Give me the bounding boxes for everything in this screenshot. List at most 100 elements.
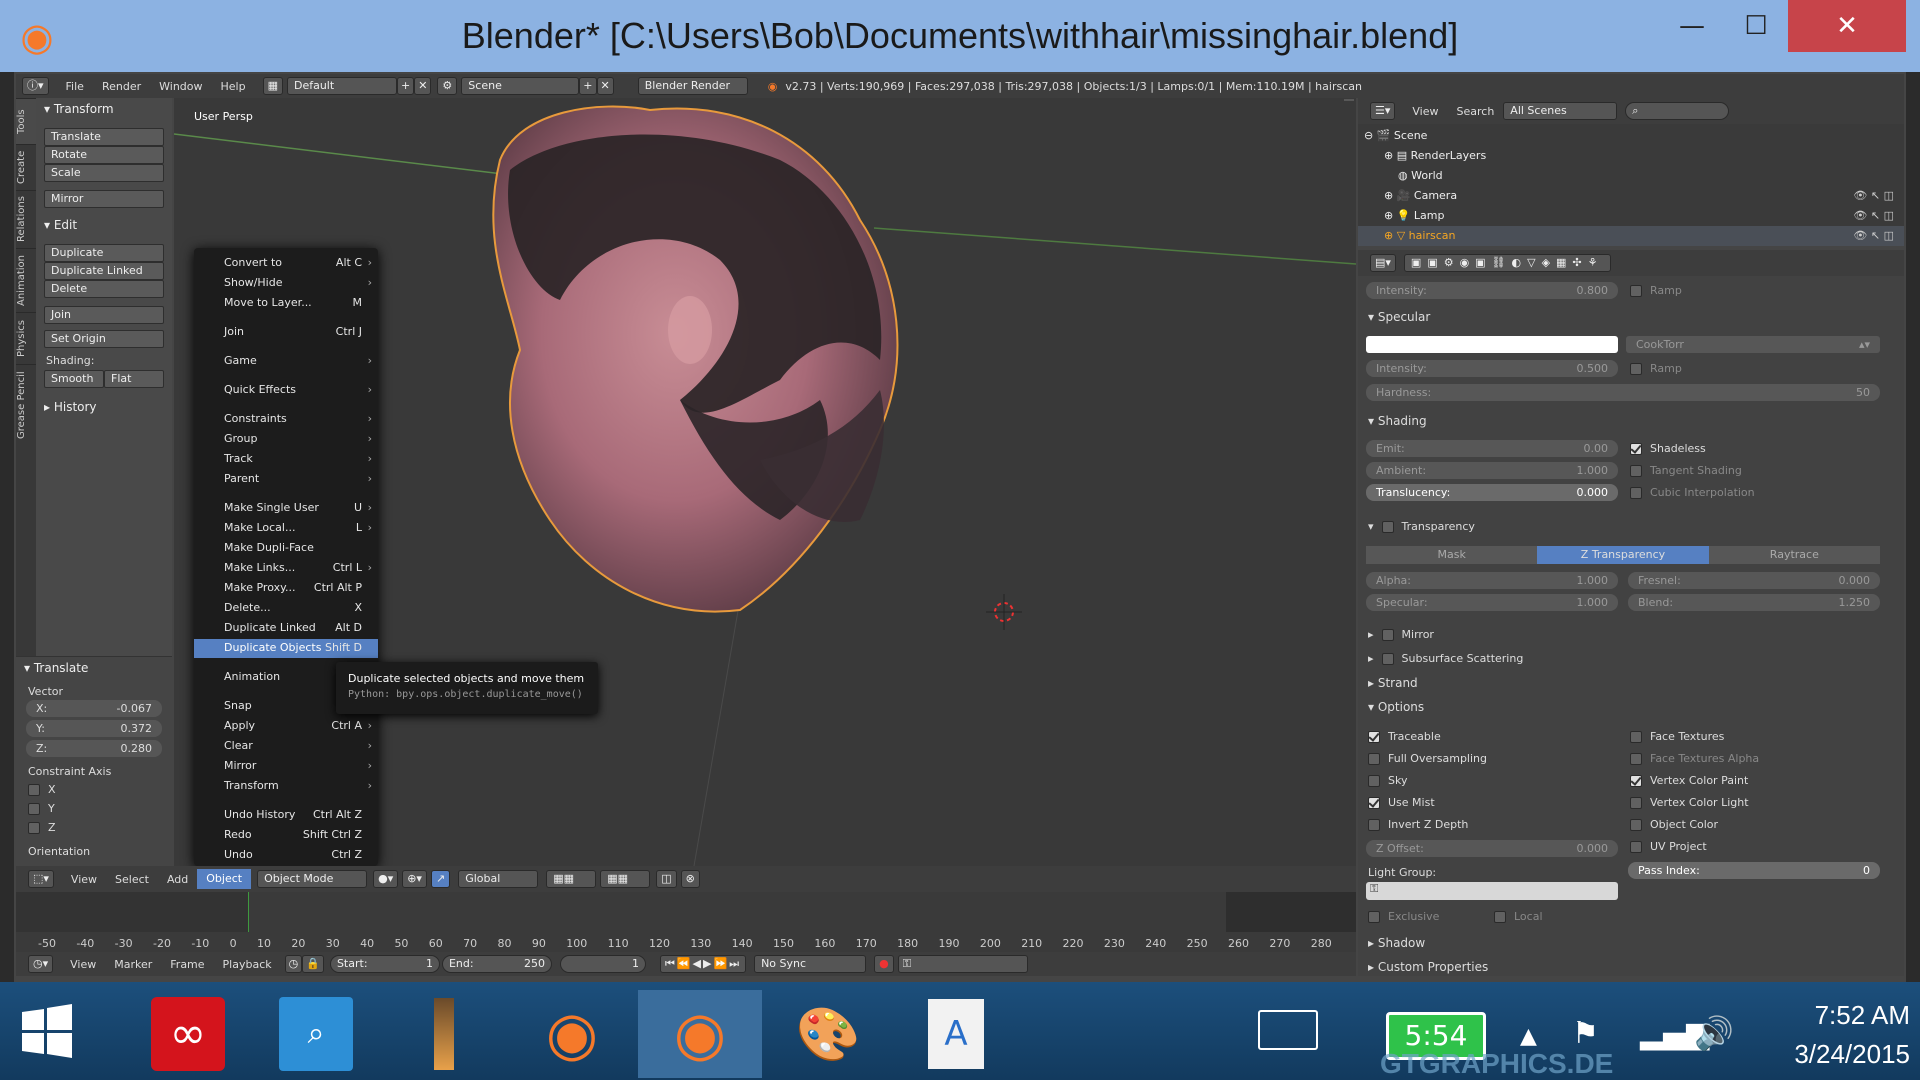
menu-item-undo-history[interactable]: Undo History Ctrl Alt Z — [224, 806, 372, 824]
tl-menu-marker[interactable]: Marker — [105, 958, 161, 971]
snap-icon[interactable]: ⊗ — [680, 870, 700, 888]
layout-grid-icon[interactable]: ▦ — [262, 77, 283, 95]
menu-view[interactable]: View — [62, 873, 106, 886]
options-section-header[interactable]: ▾ Options — [1368, 700, 1424, 714]
shadeless-toggle[interactable]: Shadeless — [1630, 442, 1706, 455]
blend-field[interactable]: Blend: 1.250 — [1628, 594, 1880, 611]
orientation-select[interactable]: Global — [458, 870, 539, 888]
creative-cloud-icon[interactable]: ∞ — [138, 990, 238, 1078]
tl-menu-frame[interactable]: Frame — [161, 958, 213, 971]
menu-item-show-hide[interactable]: Show/Hide › — [224, 274, 372, 292]
specular-ramp-toggle[interactable]: Ramp — [1630, 362, 1682, 375]
transparency-specular-field[interactable]: Specular: 1.000 — [1366, 594, 1618, 611]
menu-item-make-proxy[interactable]: Make Proxy... Ctrl Alt P — [224, 579, 372, 597]
outliner-row-camera[interactable]: ⊕ 🎥 Camera 👁 ↖ ◫ — [1358, 186, 1904, 206]
add-scene-icon[interactable]: + — [579, 77, 597, 95]
exclusive-toggle[interactable]: Exclusive — [1368, 910, 1439, 923]
duplicate-button[interactable]: Duplicate — [44, 244, 164, 262]
outliner-editor-icon[interactable]: ☰▾ — [1370, 102, 1396, 120]
custom-properties-header[interactable]: ▸ Custom Properties — [1368, 960, 1488, 974]
outliner-row-hairscan[interactable]: ⊕ ▽ hairscan 👁 ↖ ◫ — [1358, 226, 1904, 246]
menu-item-group[interactable]: Group › — [224, 430, 372, 448]
menu-item-duplicate-linked[interactable]: Duplicate Linked Alt D — [224, 619, 372, 637]
transform-panel-header[interactable]: ▾ Transform — [36, 98, 172, 120]
shading-icon[interactable]: ●▾ — [373, 870, 399, 888]
action-center-flag-icon[interactable]: ⚑ — [1572, 1016, 1599, 1051]
volume-icon[interactable]: 🔊 — [1694, 1014, 1734, 1052]
shading-section-header[interactable]: ▾ Shading — [1368, 414, 1427, 428]
specular-shader-select[interactable]: CookTorr ▴▾ — [1626, 336, 1880, 353]
vector-z-field[interactable]: Z: 0.280 — [26, 740, 162, 757]
history-panel-header[interactable]: ▸ History — [36, 396, 172, 418]
vector-y-field[interactable]: Y: 0.372 — [26, 720, 162, 737]
outliner-row-renderlayers[interactable]: ⊕ ▤ RenderLayers — [1358, 146, 1904, 166]
menu-item-make-dupli-face[interactable]: Make Dupli-Face — [224, 539, 372, 557]
tab-tools[interactable]: Tools — [16, 98, 36, 144]
translucency-field[interactable]: Translucency: 0.000 — [1366, 484, 1618, 501]
intel-tools-icon[interactable]: ⌕ — [266, 990, 366, 1078]
layers-grid-2[interactable]: ▦▦ — [600, 870, 651, 888]
tab-grease-pencil[interactable]: Grease Pencil — [16, 364, 36, 446]
render-engine-select[interactable]: Blender Render — [637, 77, 748, 95]
menu-item-mirror[interactable]: Mirror › — [224, 757, 372, 775]
record-icon[interactable]: ● — [874, 955, 894, 973]
lock-icon[interactable]: 🔒 — [302, 955, 324, 973]
tab-physics[interactable]: Physics — [16, 312, 36, 364]
edit-panel-header[interactable]: ▾ Edit — [36, 214, 172, 236]
constraint-x[interactable]: X — [16, 780, 172, 799]
windows-start-icon[interactable] — [20, 1004, 74, 1058]
menu-item-constraints[interactable]: Constraints › — [224, 410, 372, 428]
shadow-section-header[interactable]: ▸ Shadow — [1368, 936, 1425, 950]
tab-create[interactable]: Create — [16, 144, 36, 190]
hardness-field[interactable]: Hardness: 50 — [1366, 384, 1880, 401]
outliner-menu-view[interactable]: View — [1403, 105, 1447, 118]
tray-expand-icon[interactable]: ▲ — [1520, 1024, 1537, 1049]
menu-item-redo[interactable]: Redo Shift Ctrl Z — [224, 826, 372, 844]
end-frame-field[interactable]: End: 250 — [441, 955, 552, 973]
menu-object[interactable]: Object — [197, 869, 252, 889]
menu-item-game[interactable]: Game › — [224, 352, 372, 370]
tl-menu-view[interactable]: View — [61, 958, 105, 971]
delete-button[interactable]: Delete — [44, 280, 164, 298]
wordpad-icon[interactable]: A — [894, 990, 1018, 1078]
object-color-toggle[interactable]: Object Color — [1630, 818, 1718, 831]
menu-item-parent[interactable]: Parent › — [224, 470, 372, 488]
face-textures-alpha-toggle[interactable]: Face Textures Alpha — [1630, 752, 1759, 765]
scene-icon[interactable]: ⚙ — [437, 77, 458, 95]
maximize-button[interactable]: ☐ — [1724, 0, 1788, 52]
keyboard-icon[interactable] — [1258, 1010, 1318, 1050]
diffuse-intensity-field[interactable]: Intensity: 0.800 — [1366, 282, 1618, 299]
redo-panel-header[interactable]: ▾ Translate — [16, 657, 172, 679]
specular-section-header[interactable]: ▾ Specular — [1368, 310, 1430, 324]
duplicate-linked-button[interactable]: Duplicate Linked — [44, 262, 164, 280]
editor-type-icon[interactable]: ⓘ▾ — [22, 77, 49, 95]
menu-file[interactable]: File — [57, 80, 93, 93]
display-mode-select[interactable]: All Scenes — [1503, 102, 1618, 120]
constraint-y[interactable]: Y — [16, 799, 172, 818]
mirror-section-header[interactable]: ▸ Mirror — [1368, 628, 1434, 641]
outliner-menu-search[interactable]: Search — [1448, 105, 1504, 118]
sss-section-header[interactable]: ▸ Subsurface Scattering — [1368, 652, 1523, 665]
menu-item-move-to-layer[interactable]: Move to Layer... M — [224, 294, 372, 312]
blender-active-taskbar-icon[interactable]: ◉ — [638, 990, 762, 1078]
local-toggle[interactable]: Local — [1494, 910, 1543, 923]
tab-relations[interactable]: Relations — [16, 190, 36, 248]
menu-item-delete[interactable]: Delete... X — [224, 599, 372, 617]
invert-z-depth-toggle[interactable]: Invert Z Depth — [1368, 818, 1468, 831]
menu-item-undo[interactable]: Undo Ctrl Z — [224, 846, 372, 864]
traceable-toggle[interactable]: Traceable — [1368, 730, 1441, 743]
render-icon[interactable]: ◫ — [656, 870, 677, 888]
menu-item-join[interactable]: Join Ctrl J — [224, 323, 372, 341]
tl-menu-playback[interactable]: Playback — [214, 958, 281, 971]
vertex-color-light-toggle[interactable]: Vertex Color Light — [1630, 796, 1749, 809]
menu-item-apply[interactable]: Apply Ctrl A › — [224, 717, 372, 735]
properties-editor-icon[interactable]: ▤▾ — [1370, 254, 1396, 272]
menu-item-clear[interactable]: Clear › — [224, 737, 372, 755]
menu-item-make-local[interactable]: Make Local... L › — [224, 519, 372, 537]
sky-toggle[interactable]: Sky — [1368, 774, 1407, 787]
hairscan-mesh[interactable] — [480, 100, 1040, 620]
menu-item-make-links[interactable]: Make Links... Ctrl L › — [224, 559, 372, 577]
timeline-editor-icon[interactable]: ◷▾ — [28, 955, 54, 973]
menu-add[interactable]: Add — [158, 873, 197, 886]
minimize-button[interactable]: — — [1660, 0, 1724, 52]
